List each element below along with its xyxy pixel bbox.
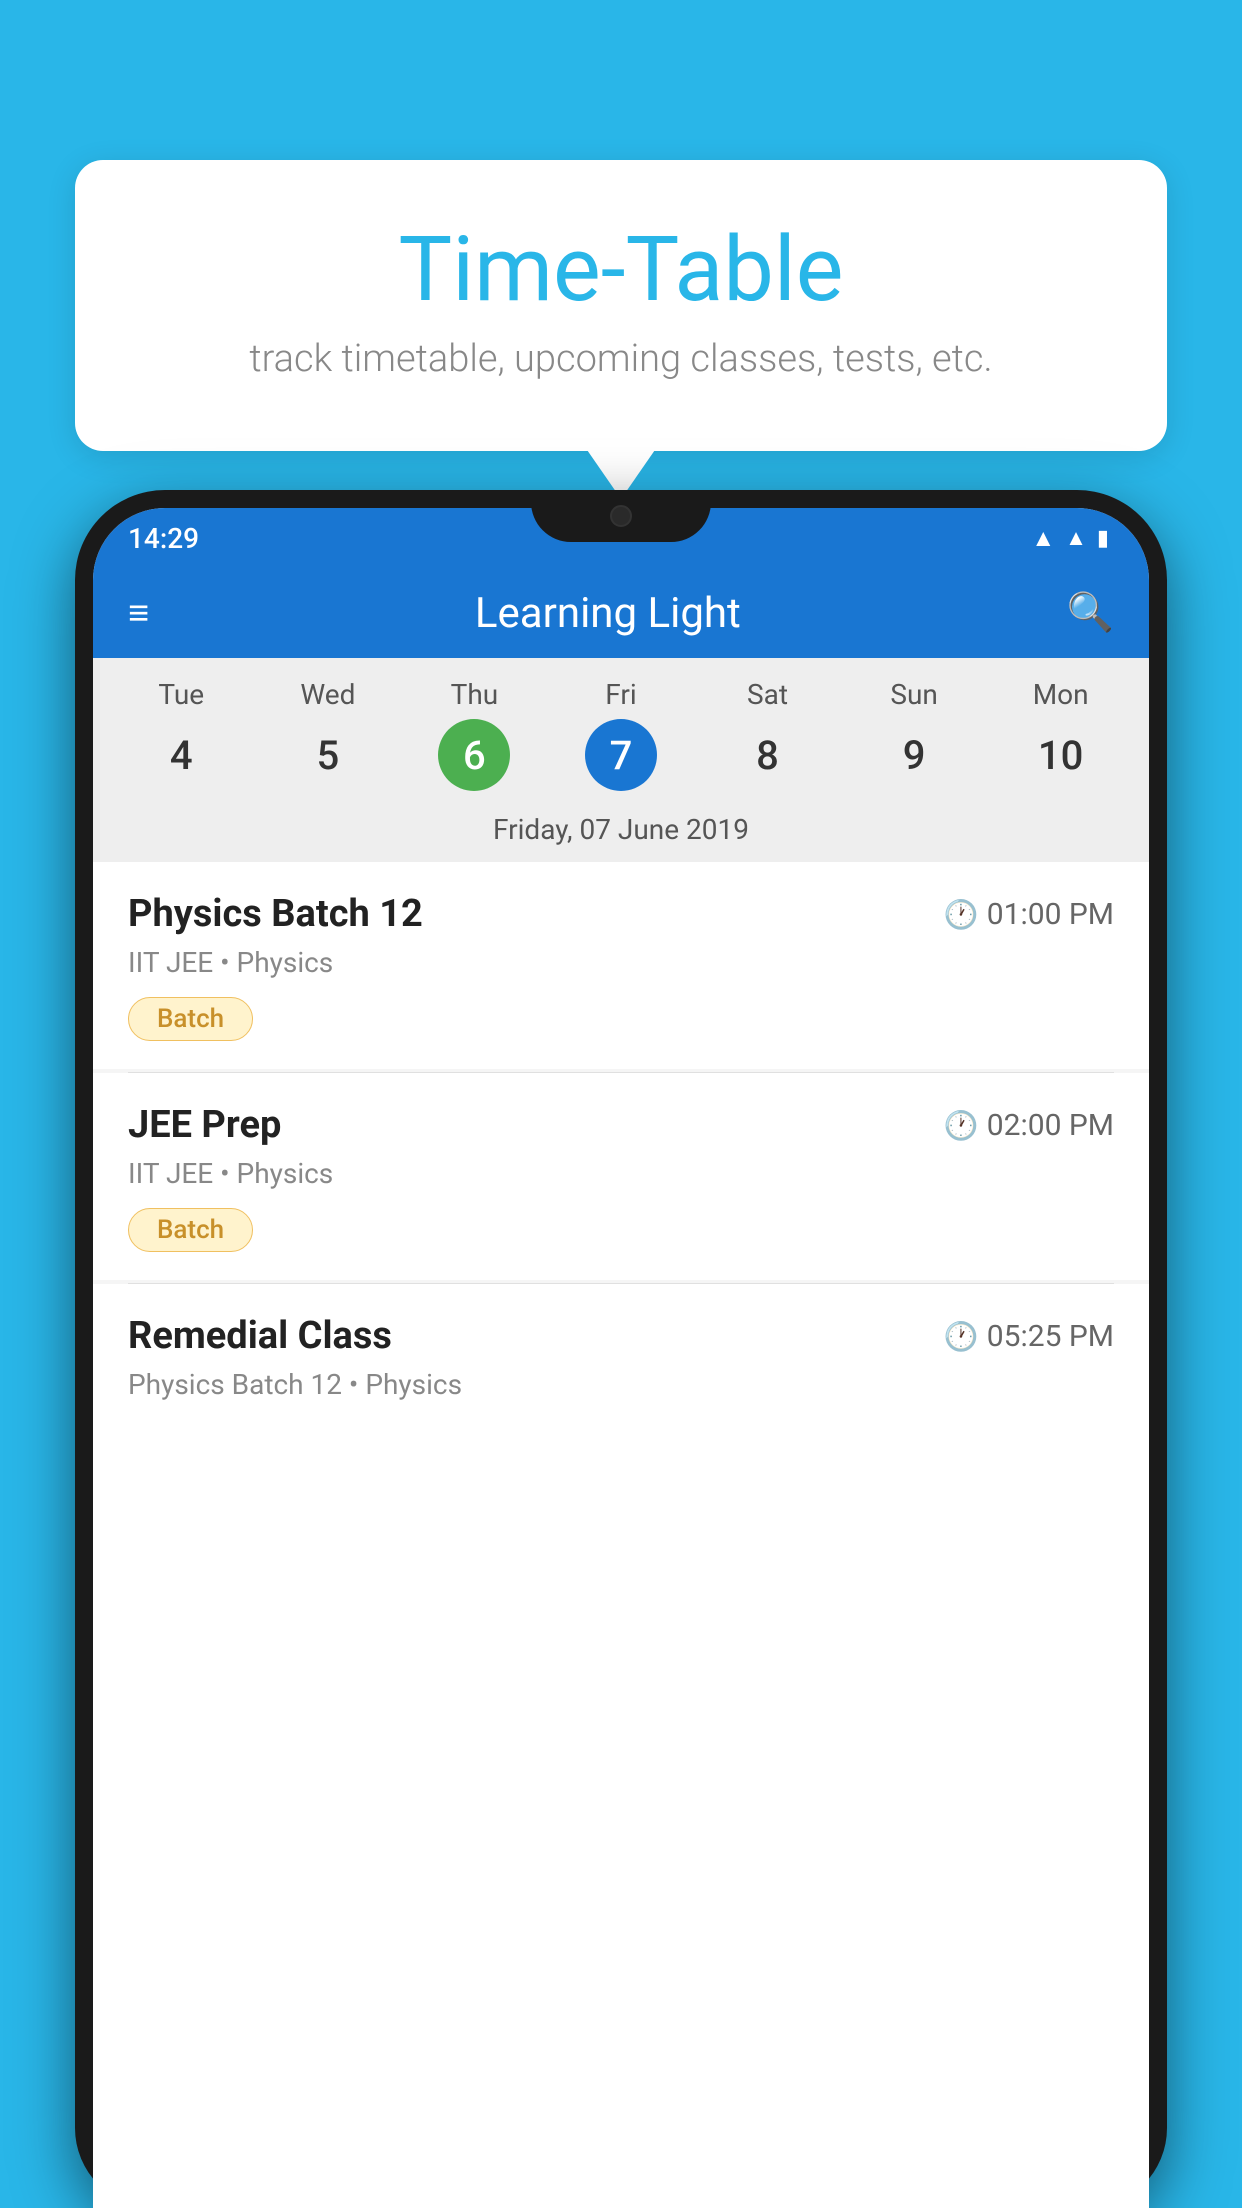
day-label-mon: Mon (1033, 678, 1089, 711)
clock-icon-1: 🕐 (944, 1109, 979, 1142)
class-name-0: Physics Batch 12 (128, 892, 423, 936)
card-header-2: Remedial Class 🕐05:25 PM (128, 1314, 1114, 1358)
day-col-fri[interactable]: Fri 7 (571, 678, 671, 791)
hamburger-icon[interactable]: ≡ (128, 592, 149, 634)
calendar-strip: Tue 4 Wed 5 Thu 6 Fri 7 Sat 8 Sun 9 Mon 10 Friday, 07… (93, 658, 1149, 862)
phone-outer: 14:29 ▲ ▲ ▮ ≡ Learning Light 🔍 Tue4Wed5T… (75, 490, 1167, 2208)
app-title: Learning Light (177, 589, 1039, 638)
day-label-thu: Thu (451, 678, 499, 711)
clock-icon-0: 🕐 (944, 898, 979, 931)
day-col-sat[interactable]: Sat 8 (718, 678, 818, 791)
day-number-5[interactable]: 5 (292, 719, 364, 791)
day-label-wed: Wed (300, 678, 355, 711)
phone-frame: 14:29 ▲ ▲ ▮ ≡ Learning Light 🔍 Tue4Wed5T… (75, 490, 1167, 2208)
class-card-1[interactable]: JEE Prep 🕐02:00 PM IIT JEE • Physics Batch (93, 1073, 1149, 1280)
speech-bubble-wrapper: Time-Table track timetable, upcoming cla… (75, 160, 1167, 451)
class-name-2: Remedial Class (128, 1314, 392, 1358)
time-text-0: 01:00 PM (987, 897, 1114, 932)
day-col-mon[interactable]: Mon 10 (1011, 678, 1111, 791)
clock-icon-2: 🕐 (944, 1320, 979, 1353)
class-card-0[interactable]: Physics Batch 12 🕐01:00 PM IIT JEE • Physi… (93, 862, 1149, 1069)
day-label-fri: Fri (605, 678, 636, 711)
day-number-6[interactable]: 6 (438, 719, 510, 791)
battery-icon: ▮ (1097, 526, 1109, 551)
day-number-7[interactable]: 7 (585, 719, 657, 791)
card-header-1: JEE Prep 🕐02:00 PM (128, 1103, 1114, 1147)
class-name-1: JEE Prep (128, 1103, 281, 1147)
classes-list: Physics Batch 12🕐01:00 PMIIT JEE • Physi… (93, 862, 1149, 1447)
day-col-wed[interactable]: Wed 5 (278, 678, 378, 791)
class-card-2[interactable]: Remedial Class 🕐05:25 PM Physics Batch 12 … (93, 1284, 1149, 1447)
batch-tag-1: Batch (128, 1208, 253, 1252)
class-time-0: 🕐01:00 PM (944, 897, 1114, 932)
day-label-sun: Sun (890, 678, 938, 711)
days-row: Tue 4 Wed 5 Thu 6 Fri 7 Sat 8 Sun 9 Mon 10 (93, 678, 1149, 791)
phone-screen: 14:29 ▲ ▲ ▮ ≡ Learning Light 🔍 Tue4Wed5T… (93, 508, 1149, 2208)
app-bar: ≡ Learning Light 🔍 (93, 568, 1149, 658)
status-icons: ▲ ▲ ▮ (1031, 524, 1109, 553)
day-number-4[interactable]: 4 (145, 719, 217, 791)
bubble-subtitle: track timetable, upcoming classes, tests… (155, 337, 1087, 381)
day-number-8[interactable]: 8 (732, 719, 804, 791)
signal-icon: ▲ (1065, 525, 1087, 551)
day-label-tue: Tue (158, 678, 204, 711)
status-time: 14:29 (128, 522, 199, 555)
wifi-icon: ▲ (1031, 524, 1055, 553)
speech-bubble: Time-Table track timetable, upcoming cla… (75, 160, 1167, 451)
class-meta-2: Physics Batch 12 • Physics (128, 1368, 1114, 1401)
search-icon[interactable]: 🔍 (1067, 591, 1114, 635)
class-time-2: 🕐05:25 PM (944, 1319, 1114, 1354)
bubble-title: Time-Table (155, 220, 1087, 319)
card-header-0: Physics Batch 12 🕐01:00 PM (128, 892, 1114, 936)
day-col-tue[interactable]: Tue 4 (131, 678, 231, 791)
selected-date-label: Friday, 07 June 2019 (93, 801, 1149, 862)
class-meta-0: IIT JEE • Physics (128, 946, 1114, 979)
class-time-1: 🕐02:00 PM (944, 1108, 1114, 1143)
time-text-2: 05:25 PM (987, 1319, 1114, 1354)
day-number-9[interactable]: 9 (878, 719, 950, 791)
day-label-sat: Sat (747, 678, 788, 711)
time-text-1: 02:00 PM (987, 1108, 1114, 1143)
day-number-10[interactable]: 10 (1025, 719, 1097, 791)
camera-dot (610, 505, 632, 527)
class-meta-1: IIT JEE • Physics (128, 1157, 1114, 1190)
batch-tag-0: Batch (128, 997, 253, 1041)
day-col-sun[interactable]: Sun 9 (864, 678, 964, 791)
phone-notch (531, 490, 711, 542)
day-col-thu[interactable]: Thu 6 (424, 678, 524, 791)
